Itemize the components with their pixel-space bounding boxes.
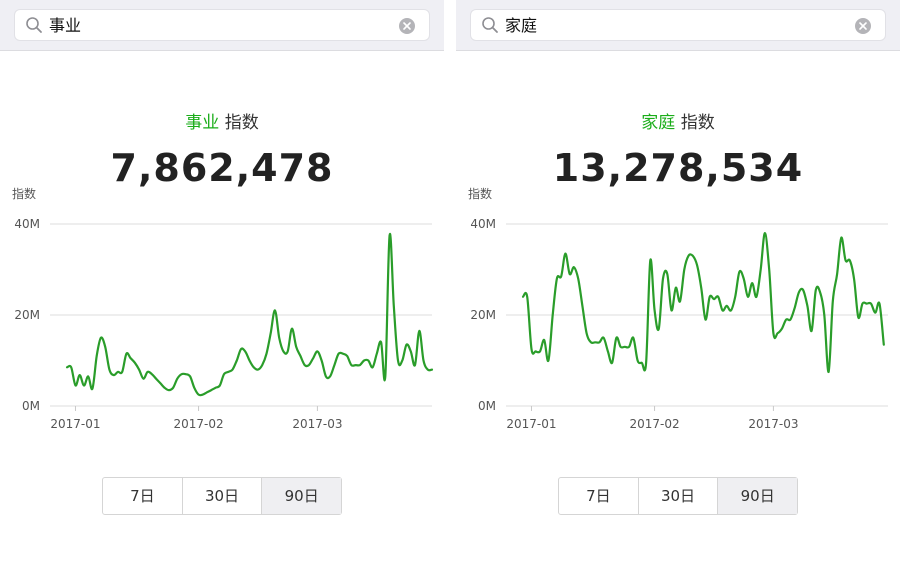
search-input[interactable]: 家庭 bbox=[470, 9, 886, 41]
period-tabs: 7日 30日 90日 bbox=[558, 477, 798, 515]
clear-icon[interactable] bbox=[399, 18, 415, 34]
panel-divider bbox=[444, 0, 456, 564]
y-tick-label: 20M bbox=[14, 308, 40, 322]
tab-7-days[interactable]: 7日 bbox=[559, 478, 639, 514]
search-icon bbox=[482, 17, 498, 33]
search-query: 家庭 bbox=[505, 16, 538, 35]
y-tick-label: 0M bbox=[22, 399, 40, 413]
index-line-chart: 指数 0M 20M 40M 2017-01 2017-02 2017-03 bbox=[12, 186, 434, 431]
tab-30-days[interactable]: 30日 bbox=[183, 478, 263, 514]
tab-7-days[interactable]: 7日 bbox=[103, 478, 183, 514]
clear-icon[interactable] bbox=[855, 18, 871, 34]
index-line-chart: 指数 0M 20M 40M 2017-01 2017-02 2017-03 bbox=[468, 186, 888, 431]
index-title: 家庭 指数 bbox=[456, 108, 900, 133]
x-tick-label: 2017-02 bbox=[173, 417, 223, 431]
keyword-label: 家庭 bbox=[641, 113, 676, 133]
index-title: 事业 指数 bbox=[0, 108, 444, 133]
x-tick-label: 2017-03 bbox=[748, 417, 798, 431]
y-tick-label: 40M bbox=[470, 217, 496, 231]
y-axis-label: 指数 bbox=[12, 186, 36, 201]
tab-90-days[interactable]: 90日 bbox=[262, 478, 342, 514]
index-label: 指数 bbox=[224, 113, 259, 133]
search-query: 事业 bbox=[49, 16, 82, 35]
y-tick-label: 0M bbox=[478, 399, 496, 413]
x-tick-label: 2017-01 bbox=[50, 417, 100, 431]
y-tick-label: 20M bbox=[470, 308, 496, 322]
search-icon bbox=[26, 17, 42, 33]
search-input[interactable]: 事业 bbox=[14, 9, 430, 41]
panel-career: 事业 事业 指数 7,862,478 指数 0M 20M 40M 2017-01 2017… bbox=[0, 0, 444, 564]
search-bar: 事业 bbox=[0, 0, 444, 51]
y-axis-label: 指数 bbox=[468, 186, 492, 201]
y-tick-label: 40M bbox=[14, 217, 40, 231]
x-tick-label: 2017-02 bbox=[629, 417, 679, 431]
keyword-label: 事业 bbox=[185, 113, 220, 133]
index-label: 指数 bbox=[680, 113, 715, 133]
x-tick-label: 2017-01 bbox=[506, 417, 556, 431]
tab-90-days[interactable]: 90日 bbox=[718, 478, 798, 514]
period-tabs: 7日 30日 90日 bbox=[102, 477, 342, 515]
panel-family: 家庭 家庭 指数 13,278,534 指数 0M 20M 40M 2017-01 201… bbox=[456, 0, 900, 564]
tab-30-days[interactable]: 30日 bbox=[639, 478, 719, 514]
x-tick-label: 2017-03 bbox=[292, 417, 342, 431]
search-bar: 家庭 bbox=[456, 0, 900, 51]
series-line bbox=[521, 232, 885, 374]
